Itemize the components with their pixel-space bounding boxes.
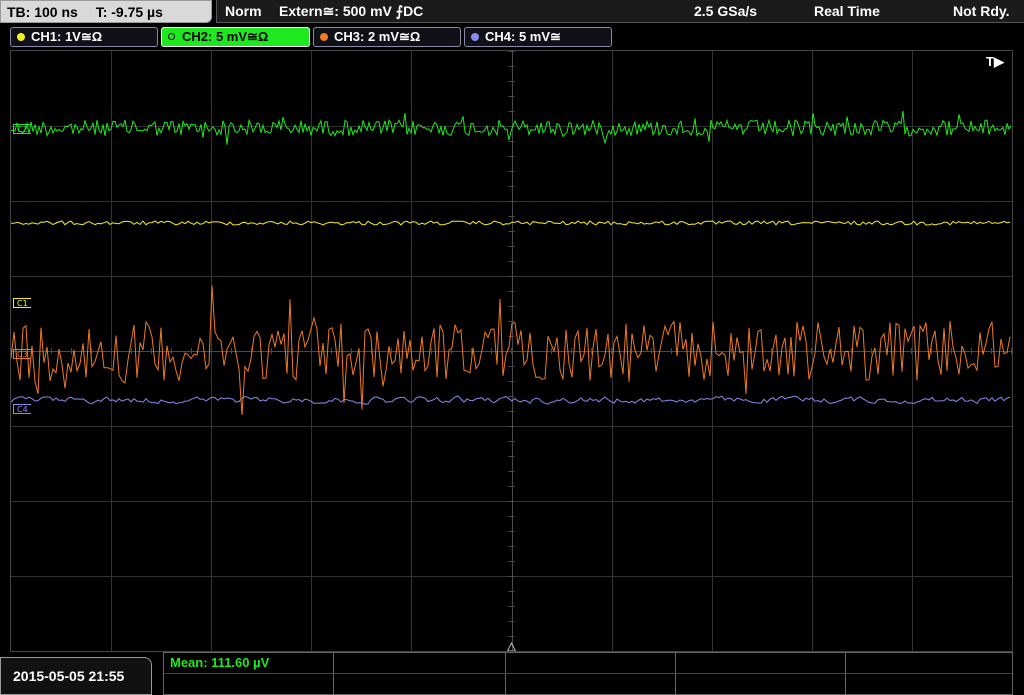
timebase-box[interactable]: TB: 100 ns T: -9.75 µs [0, 0, 212, 23]
ch4-offset-marker[interactable]: C4 [13, 404, 31, 414]
ch3-color-dot-icon [320, 33, 328, 41]
channel-tab-ch3[interactable]: CH3: 2 mV≅Ω [313, 27, 461, 47]
ch3-label: CH3: 2 mV≅Ω [334, 29, 421, 44]
timebase-value: TB: 100 ns [7, 4, 78, 20]
status-bar: TB: 100 ns T: -9.75 µs Norm Extern≅: 500… [0, 0, 1024, 24]
measurement-panel[interactable]: Mean: 111.60 µV [163, 652, 1013, 695]
trigger-position-icon[interactable]: T▶ [986, 54, 1004, 70]
acquisition-mode: Real Time [814, 3, 880, 19]
ch2-trace [11, 110, 1012, 145]
ch1-trace [11, 220, 1011, 226]
trigger-panel[interactable]: Norm Extern≅: 500 mV ⨍DC 2.5 GSa/s Real … [216, 0, 1024, 23]
ready-state: Not Rdy. [953, 3, 1010, 19]
mean-measurement: Mean: 111.60 µV [170, 655, 270, 670]
trigger-source: Extern≅: 500 mV ⨍DC [279, 3, 424, 19]
trigger-time-value: T: -9.75 µs [95, 4, 163, 20]
date-time-box: 2015-05-05 21:55 [0, 657, 152, 695]
ch3-offset-marker[interactable]: C3 [13, 349, 31, 359]
sample-rate: 2.5 GSa/s [694, 3, 758, 19]
ch3-trace [11, 285, 1011, 416]
ch1-offset-marker[interactable]: C1 [13, 298, 31, 308]
measurement-divider [164, 673, 1012, 674]
trigger-offset-icon [506, 641, 517, 651]
channel-tab-ch4[interactable]: CH4: 5 mV≅ [464, 27, 612, 47]
ch2-offset-marker[interactable]: C2 [13, 124, 31, 134]
ch2-label: CH2: 5 mV≅Ω [182, 29, 269, 44]
scope-display[interactable]: C2 C1 C3 C4 [10, 50, 1013, 652]
ch2-color-dot-icon [168, 33, 175, 40]
trigger-mode: Norm [225, 3, 262, 19]
ch1-color-dot-icon [17, 33, 25, 41]
channel-tab-ch2[interactable]: CH2: 5 mV≅Ω [161, 27, 310, 47]
channel-tab-ch1[interactable]: CH1: 1V≅Ω [10, 27, 158, 47]
date-time: 2015-05-05 21:55 [13, 668, 125, 684]
ch4-label: CH4: 5 mV≅ [485, 29, 561, 44]
ch4-trace [11, 395, 1011, 405]
waveform-area [11, 51, 1012, 651]
ch4-color-dot-icon [471, 33, 479, 41]
channel-bar: CH1: 1V≅Ω CH2: 5 mV≅Ω CH3: 2 mV≅Ω CH4: 5… [0, 24, 1024, 49]
ch1-label: CH1: 1V≅Ω [31, 29, 103, 44]
